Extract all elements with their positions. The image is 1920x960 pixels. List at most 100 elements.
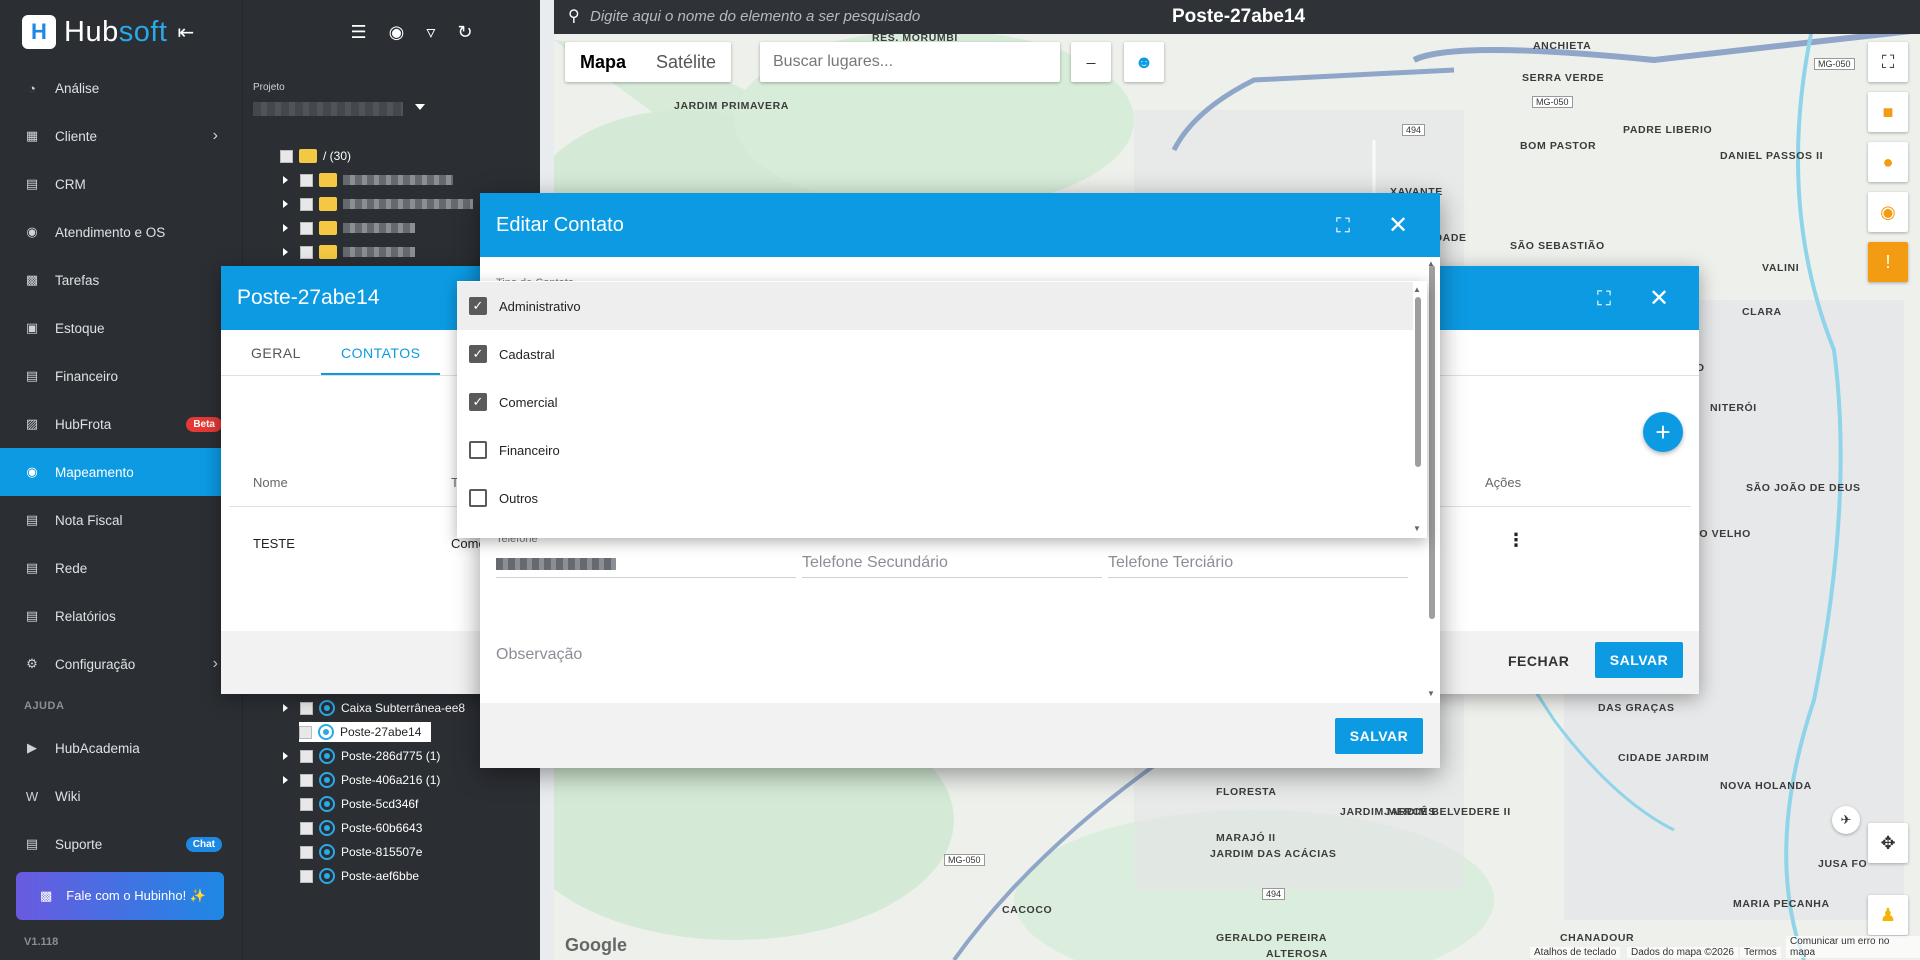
lightbulb-icon[interactable]: ● xyxy=(1868,142,1908,182)
help-item-1[interactable]: W Wiki xyxy=(0,772,242,820)
add-contact-button[interactable]: + xyxy=(1643,412,1683,452)
maximize-icon[interactable]: ⛶ xyxy=(1336,215,1350,238)
sidebar-item-0[interactable]: ◔ Análise xyxy=(0,64,242,112)
tab-geral[interactable]: GERAL xyxy=(231,330,321,375)
close-icon[interactable]: ✕ xyxy=(1649,284,1669,313)
checkbox-empty-icon[interactable] xyxy=(469,489,487,507)
map-footer-report[interactable]: Comunicar um erro no mapa xyxy=(1786,936,1920,958)
close-icon[interactable]: ✕ xyxy=(1388,211,1408,240)
modal-scrollbar[interactable] xyxy=(1429,265,1435,619)
sidebar-item-9[interactable]: ▤ Nota Fiscal xyxy=(0,496,242,544)
map-type-satellite-button[interactable]: Satélite xyxy=(641,42,731,82)
tree-checkbox[interactable] xyxy=(300,701,313,715)
sidebar-item-3[interactable]: ◉ Atendimento e OS xyxy=(0,208,242,256)
tree-checkbox[interactable] xyxy=(300,869,313,883)
contact-type-option[interactable]: Outros xyxy=(457,474,1413,522)
fullscreen-icon[interactable]: ⛶ xyxy=(1868,42,1908,82)
tree-folder-row[interactable] xyxy=(283,194,473,214)
tree-checkbox[interactable] xyxy=(300,845,313,859)
tree-element-row[interactable]: Poste-27abe14 xyxy=(299,722,432,742)
scroll-up-icon[interactable]: ▲ xyxy=(1413,285,1421,294)
checkbox-checked-icon[interactable]: ✓ xyxy=(469,345,487,363)
tree-element-row[interactable]: Poste-aef6bbe xyxy=(283,866,419,886)
alert-icon[interactable]: ! xyxy=(1868,242,1908,282)
tree-checkbox[interactable] xyxy=(280,149,293,163)
tab-contatos[interactable]: CONTATOS xyxy=(320,330,441,375)
tree-folder-row[interactable] xyxy=(283,218,415,238)
sidebar-item-7[interactable]: ▨ HubFrota Beta xyxy=(0,400,242,448)
tree-checkbox[interactable] xyxy=(300,821,313,835)
row-actions-menu-icon[interactable]: ⋮ xyxy=(1507,530,1525,551)
expand-icon[interactable] xyxy=(283,776,288,784)
tree-element-row[interactable]: Caixa Subterrânea-ee8 xyxy=(283,698,465,718)
tree-checkbox[interactable] xyxy=(299,725,312,739)
scroll-down-icon[interactable]: ▼ xyxy=(1413,524,1421,533)
sidebar-item-2[interactable]: ▤ CRM xyxy=(0,160,242,208)
tree-checkbox[interactable] xyxy=(300,245,313,259)
phone-tertiary-field[interactable]: Telefone Terciário xyxy=(1108,548,1408,578)
tree-element-row[interactable]: Poste-286d775 (1) xyxy=(283,746,440,766)
save-contact-button[interactable]: SALVAR xyxy=(1335,718,1423,754)
sidebar-item-11[interactable]: ▤ Relatórios xyxy=(0,592,242,640)
contact-type-option[interactable]: ✓ Administrativo xyxy=(457,282,1413,330)
location-icon[interactable]: ◉ xyxy=(389,22,405,43)
sidebar-item-1[interactable]: ▦ Cliente › xyxy=(0,112,242,160)
tree-root-folder[interactable]: / (30) xyxy=(263,146,351,166)
tree-folder-row[interactable] xyxy=(283,170,453,190)
maximize-icon[interactable]: ⛶ xyxy=(1597,288,1611,311)
expand-icon[interactable] xyxy=(283,248,288,256)
pan-control-icon[interactable]: ✥ xyxy=(1868,823,1908,863)
tree-element-row[interactable]: Poste-406a216 (1) xyxy=(283,770,440,790)
contact-type-option[interactable]: ✓ Comercial xyxy=(457,378,1413,426)
close-button[interactable]: FECHAR xyxy=(1508,653,1569,669)
sidebar-item-12[interactable]: ⚙ Configuração › xyxy=(0,640,242,688)
menu-icon[interactable]: ☰ xyxy=(351,22,367,43)
layers-icon[interactable]: ■ xyxy=(1868,92,1908,132)
tree-checkbox[interactable] xyxy=(300,749,313,763)
phone-primary-field[interactable] xyxy=(496,548,796,578)
help-item-2[interactable]: ▤ Suporte Chat xyxy=(0,820,242,868)
dropdown-scrollbar[interactable] xyxy=(1415,297,1421,467)
location-pin-icon[interactable]: ◉ xyxy=(1868,192,1908,232)
filter-icon[interactable]: ▿ xyxy=(426,22,435,43)
map-footer-terms[interactable]: Termos xyxy=(1740,947,1781,958)
contact-type-option[interactable]: Financeiro xyxy=(457,426,1413,474)
scroll-down-icon[interactable]: ▼ xyxy=(1427,689,1435,698)
sidebar-item-4[interactable]: ▩ Tarefas xyxy=(0,256,242,304)
tree-checkbox[interactable] xyxy=(300,173,313,187)
collapse-menu-icon[interactable]: ⇤ xyxy=(177,20,194,45)
tree-checkbox[interactable] xyxy=(300,221,313,235)
add-person-icon[interactable]: ☻ xyxy=(1124,42,1164,82)
ruler-icon[interactable]: ⎯ xyxy=(1071,42,1111,82)
help-item-0[interactable]: ▶ HubAcademia xyxy=(0,724,242,772)
phone-secondary-field[interactable]: Telefone Secundário xyxy=(802,548,1102,578)
tree-checkbox[interactable] xyxy=(300,773,313,787)
checkbox-checked-icon[interactable]: ✓ xyxy=(469,297,487,315)
tree-element-row[interactable]: Poste-815507e xyxy=(283,842,422,862)
tree-checkbox[interactable] xyxy=(300,197,313,211)
save-button[interactable]: SALVAR xyxy=(1595,642,1683,678)
expand-icon[interactable] xyxy=(283,752,288,760)
street-view-pegman-icon[interactable]: ♟ xyxy=(1868,895,1908,935)
sidebar-item-5[interactable]: ▣ Estoque xyxy=(0,304,242,352)
refresh-icon[interactable]: ↻ xyxy=(457,22,472,43)
project-select[interactable] xyxy=(253,102,403,116)
contact-type-option[interactable]: ✓ Cadastral xyxy=(457,330,1413,378)
scroll-up-icon[interactable]: ▲ xyxy=(1427,259,1435,268)
tree-element-row[interactable]: Poste-5cd346f xyxy=(283,794,418,814)
expand-icon[interactable] xyxy=(283,224,288,232)
expand-icon[interactable] xyxy=(283,704,288,712)
map-type-map-button[interactable]: Mapa xyxy=(565,42,641,82)
places-search-input[interactable]: Buscar lugares... xyxy=(760,42,1060,82)
chevron-down-icon[interactable] xyxy=(415,104,425,110)
expand-icon[interactable] xyxy=(283,200,288,208)
tree-checkbox[interactable] xyxy=(300,797,313,811)
map-footer-keyboard[interactable]: Atalhos de teclado xyxy=(1530,947,1621,958)
tree-element-row[interactable]: Poste-60b6643 xyxy=(283,818,422,838)
sidebar-item-10[interactable]: ▤ Rede xyxy=(0,544,242,592)
checkbox-checked-icon[interactable]: ✓ xyxy=(469,393,487,411)
sidebar-item-6[interactable]: ▤ Financeiro xyxy=(0,352,242,400)
map-search-bar[interactable]: ⚲ Digite aqui o nome do elemento a ser p… xyxy=(554,0,1920,34)
sidebar-item-8[interactable]: ◉ Mapeamento xyxy=(0,448,242,496)
tree-folder-row[interactable] xyxy=(283,242,415,262)
